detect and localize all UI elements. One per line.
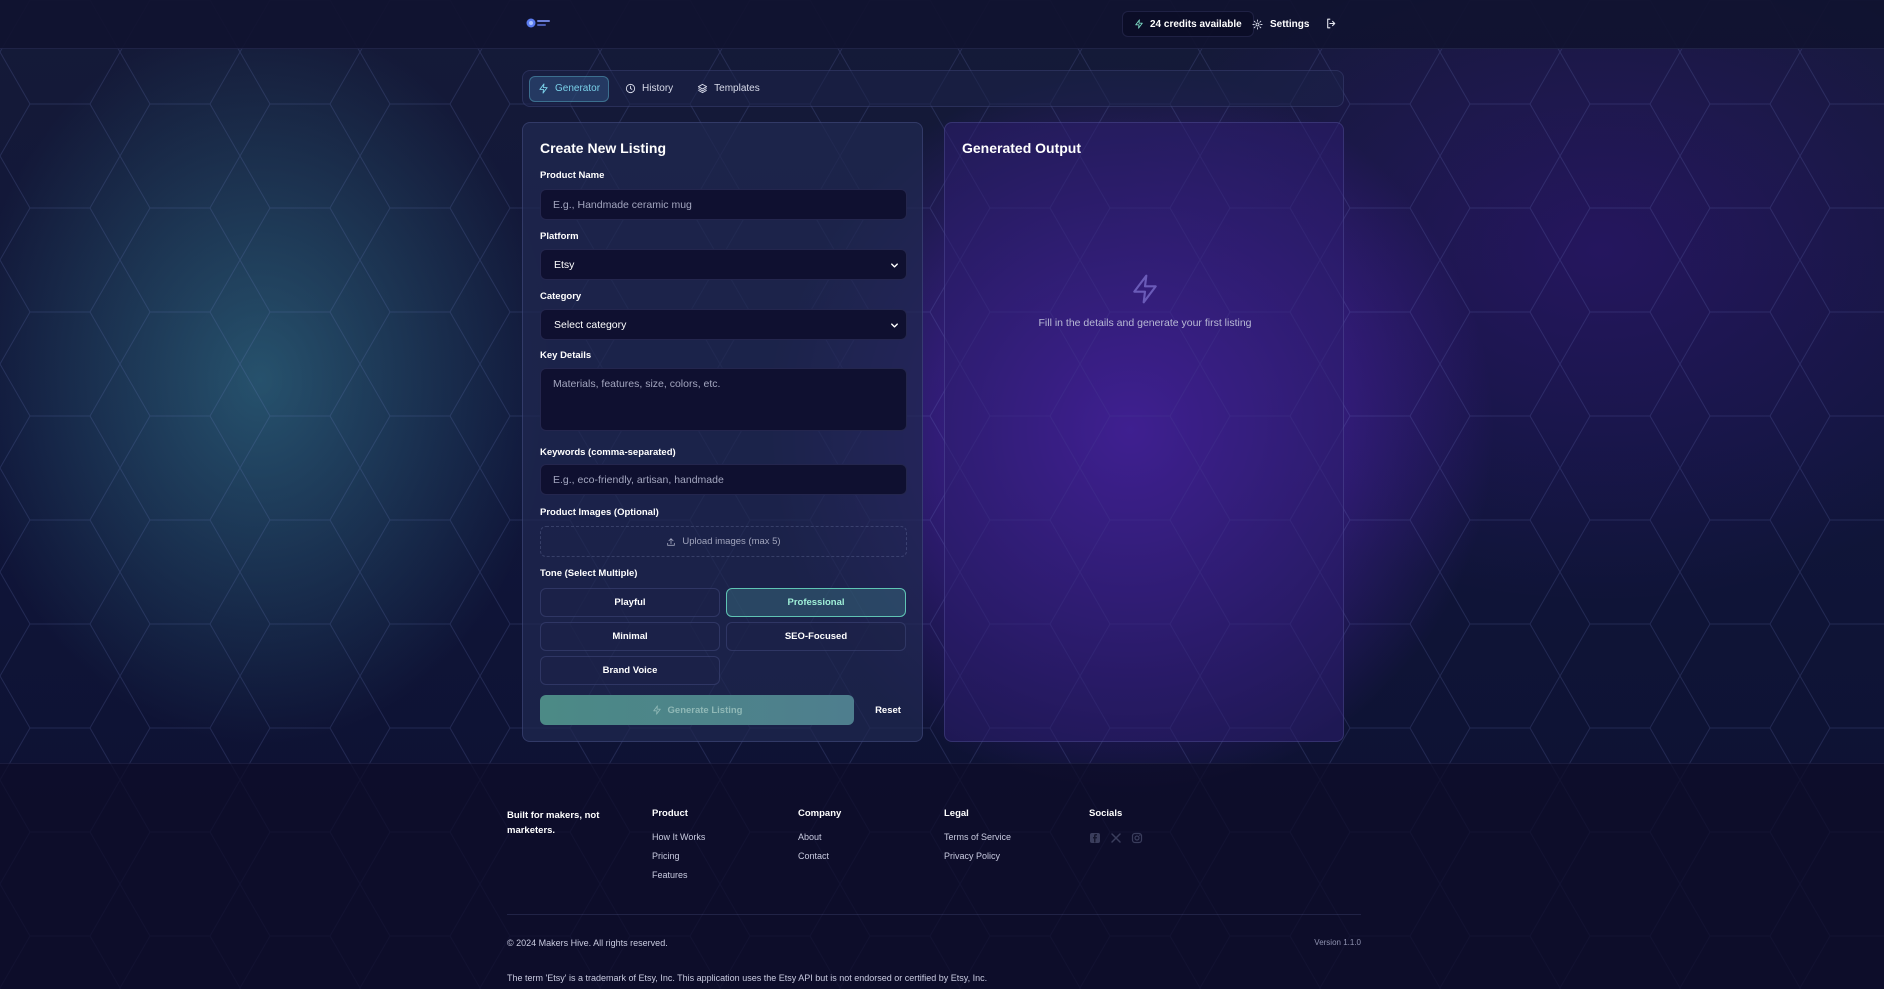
footer-link-privacy[interactable]: Privacy Policy — [944, 851, 1011, 861]
empty-state-message: Fill in the details and generate your fi… — [1038, 317, 1252, 329]
bolt-icon — [652, 705, 661, 715]
tone-seo-focused-button[interactable]: SEO-Focused — [726, 622, 906, 651]
keywords-input[interactable]: E.g., eco-friendly, artisan, handmade — [540, 464, 907, 495]
bolt-icon — [539, 83, 548, 94]
tone-minimal-button[interactable]: Minimal — [540, 622, 720, 651]
tab-label: History — [642, 83, 674, 94]
category-label: Category — [540, 291, 582, 302]
generate-listing-button[interactable]: Generate Listing — [540, 695, 854, 725]
tone-professional-button[interactable]: Professional — [726, 588, 906, 617]
tab-templates[interactable]: Templates — [689, 76, 768, 102]
category-select[interactable]: Select category — [540, 309, 907, 340]
footer-divider — [507, 914, 1361, 915]
upload-images-button[interactable]: Upload images (max 5) — [540, 526, 907, 557]
upload-icon — [667, 537, 676, 546]
chevron-down-icon — [891, 323, 898, 328]
platform-select[interactable]: Etsy — [540, 249, 907, 280]
social-links — [1089, 832, 1143, 844]
clock-icon — [625, 83, 636, 94]
tone-label: Tone (Select Multiple) — [540, 568, 638, 579]
settings-button[interactable]: Settings — [1252, 11, 1309, 37]
footer-column-company: Company About Contact — [798, 808, 841, 870]
main-tabs: Generator History Templates — [522, 70, 1344, 107]
trademark-notice: The term 'Etsy' is a trademark of Etsy, … — [507, 973, 988, 983]
logout-icon[interactable] — [1325, 17, 1338, 30]
footer-column-socials: Socials — [1089, 808, 1143, 844]
tab-label: Templates — [714, 83, 760, 94]
product-name-label: Product Name — [540, 170, 605, 181]
x-icon[interactable] — [1110, 832, 1122, 844]
top-navbar: 24 credits available Settings — [0, 0, 1884, 49]
chevron-down-icon — [891, 263, 898, 268]
copyright-text: © 2024 Makers Hive. All rights reserved. — [507, 938, 668, 948]
credits-badge: 24 credits available — [1122, 11, 1254, 37]
upload-label: Upload images (max 5) — [682, 536, 781, 547]
reset-button[interactable]: Reset — [869, 695, 907, 725]
tab-history[interactable]: History — [617, 76, 681, 102]
version-text: Version 1.1.0 — [1314, 938, 1361, 947]
footer: Built for makers, not marketers. Product… — [0, 763, 1884, 989]
footer-column-product: Product How It Works Pricing Features — [652, 808, 705, 889]
footer-heading: Company — [798, 808, 842, 819]
footer-tagline: Built for makers, not marketers. — [507, 810, 600, 836]
bolt-icon — [1133, 274, 1157, 304]
generated-output-panel: Generated Output Fill in the details and… — [944, 122, 1344, 742]
credits-label: 24 credits available — [1150, 18, 1242, 30]
form-title: Create New Listing — [540, 140, 667, 156]
platform-value: Etsy — [554, 258, 575, 271]
facebook-icon[interactable] — [1089, 832, 1101, 844]
footer-heading: Socials — [1089, 808, 1123, 819]
footer-link-how-it-works[interactable]: How It Works — [652, 832, 705, 842]
tone-playful-button[interactable]: Playful — [540, 588, 720, 617]
footer-heading: Legal — [944, 808, 969, 819]
layers-icon — [698, 83, 708, 94]
key-details-label: Key Details — [540, 350, 592, 361]
logo-mark[interactable] — [526, 17, 552, 29]
key-details-textarea[interactable]: Materials, features, size, colors, etc. — [540, 368, 907, 431]
platform-label: Platform — [540, 231, 579, 242]
generate-label: Generate Listing — [667, 704, 743, 716]
tone-brand-voice-button[interactable]: Brand Voice — [540, 656, 720, 685]
footer-link-pricing[interactable]: Pricing — [652, 851, 705, 861]
footer-link-about[interactable]: About — [798, 832, 841, 842]
category-value: Select category — [554, 318, 627, 331]
product-images-label: Product Images (Optional) — [540, 507, 659, 518]
footer-link-terms[interactable]: Terms of Service — [944, 832, 1011, 842]
instagram-icon[interactable] — [1131, 832, 1143, 844]
footer-link-features[interactable]: Features — [652, 870, 705, 880]
gear-icon — [1252, 18, 1263, 30]
footer-column-legal: Legal Terms of Service Privacy Policy — [944, 808, 1011, 870]
create-listing-panel: Create New Listing Product Name E.g., Ha… — [522, 122, 923, 742]
footer-link-contact[interactable]: Contact — [798, 851, 841, 861]
footer-heading: Product — [652, 808, 688, 819]
bolt-icon — [1135, 19, 1143, 29]
settings-label: Settings — [1270, 18, 1310, 30]
output-title: Generated Output — [962, 140, 1082, 156]
product-name-input[interactable]: E.g., Handmade ceramic mug — [540, 189, 907, 220]
tab-generator[interactable]: Generator — [529, 75, 610, 102]
tab-label: Generator — [555, 83, 601, 94]
keywords-label: Keywords (comma-separated) — [540, 447, 676, 458]
